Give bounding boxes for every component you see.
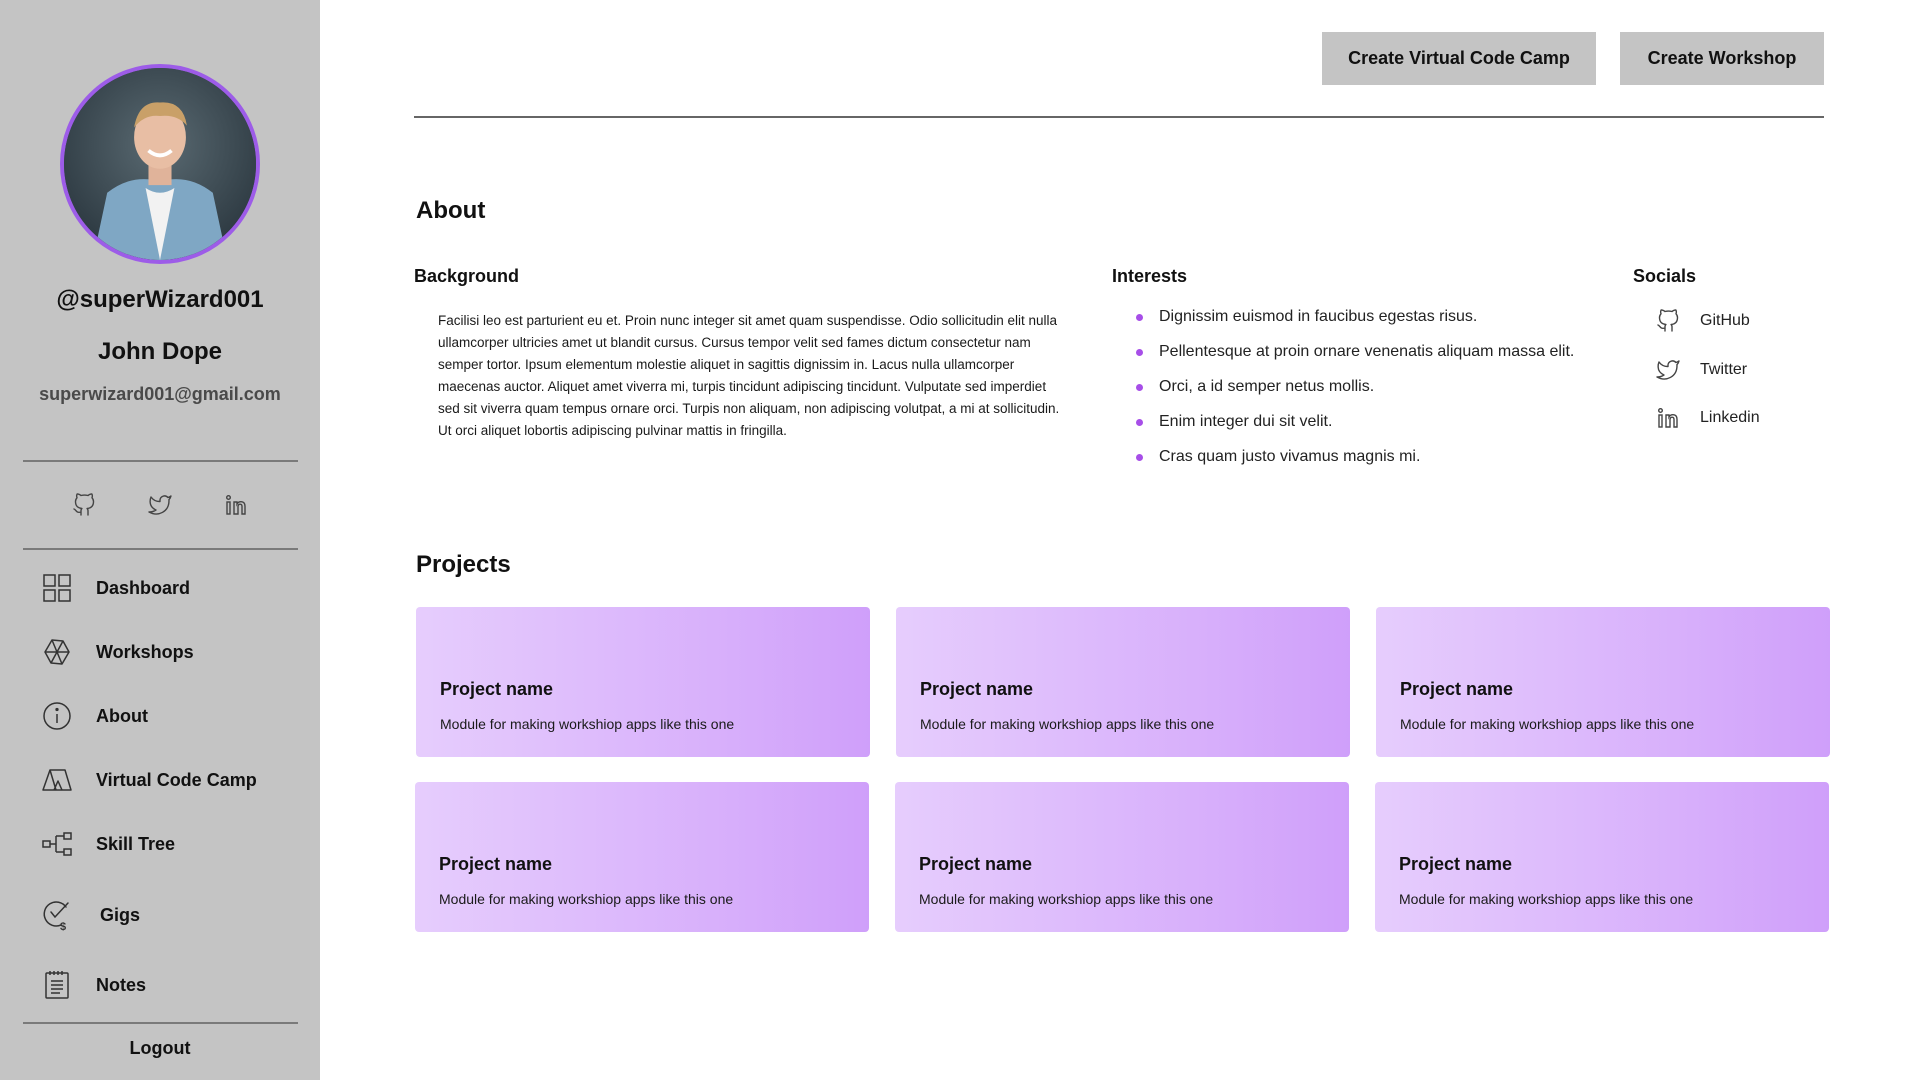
github-icon xyxy=(1657,309,1679,332)
twitter-icon xyxy=(1656,360,1680,380)
about-heading: About xyxy=(416,197,486,224)
twitter-icon xyxy=(148,495,172,515)
profile-full-name: John Dope xyxy=(98,338,222,365)
social-link-twitter[interactable]: Twitter xyxy=(1656,355,1747,385)
project-card[interactable]: Project name Module for making workshiop… xyxy=(895,782,1349,932)
notes-icon xyxy=(40,968,74,1002)
skill-tree-icon xyxy=(40,827,74,861)
interest-item: Enim integer dui sit velit. xyxy=(1136,411,1574,446)
project-name: Project name xyxy=(439,854,553,874)
github-icon xyxy=(73,493,95,516)
project-name: Project name xyxy=(919,854,1033,874)
project-name: Project name xyxy=(920,679,1034,699)
interest-item: Orci, a id semper netus mollis. xyxy=(1136,376,1574,411)
avatar[interactable] xyxy=(60,64,260,264)
project-card[interactable]: Project name Module for making workshiop… xyxy=(896,607,1350,757)
sidebar-github-link[interactable] xyxy=(69,490,99,520)
social-link-github[interactable]: GitHub xyxy=(1656,306,1750,336)
background-heading: Background xyxy=(414,266,520,286)
tent-icon xyxy=(40,763,74,797)
nav-label: Workshops xyxy=(96,641,194,662)
nav-label: Dashboard xyxy=(96,577,191,598)
project-card[interactable]: Project name Module for making workshiop… xyxy=(416,607,870,757)
sidebar-divider xyxy=(23,548,298,550)
header-divider xyxy=(414,116,1824,118)
nav-label: Skill Tree xyxy=(96,833,176,854)
svg-text:$: $ xyxy=(60,921,66,931)
project-card[interactable]: Project name Module for making workshiop… xyxy=(1376,607,1830,757)
nav-item-notes[interactable]: Notes xyxy=(40,963,300,1007)
project-card[interactable]: Project name Module for making workshiop… xyxy=(1375,782,1829,932)
interest-item: Cras quam justo vivamus magnis mi. xyxy=(1136,446,1574,481)
project-name: Project name xyxy=(1399,854,1513,874)
nav-label: About xyxy=(96,705,148,726)
interest-item: Pellentesque at proin ornare venenatis a… xyxy=(1136,341,1574,376)
project-name: Project name xyxy=(440,679,554,699)
sidebar: @superWizard001 John Dope superwizard001… xyxy=(0,0,320,1080)
workshops-icon xyxy=(40,635,74,669)
sidebar-linkedin-link[interactable] xyxy=(221,490,251,520)
project-description: Module for making workshiop apps like th… xyxy=(919,891,1214,907)
background-text: Facilisi leo est parturient eu et. Proin… xyxy=(438,313,1060,438)
sidebar-twitter-link[interactable] xyxy=(145,490,175,520)
nav-label: Notes xyxy=(96,974,147,995)
create-virtual-code-camp-button[interactable]: Create Virtual Code Camp xyxy=(1322,32,1596,85)
nav-item-about[interactable]: About xyxy=(40,694,300,738)
sidebar-divider xyxy=(23,1022,298,1024)
avatar-photo xyxy=(64,68,256,260)
profile-username: @superWizard001 xyxy=(56,286,264,313)
profile-email: superwizard001@gmail.com xyxy=(39,384,281,404)
dashboard-icon xyxy=(40,571,74,605)
nav-item-dashboard[interactable]: Dashboard xyxy=(40,566,300,610)
info-icon xyxy=(40,699,74,733)
nav-item-gigs[interactable]: $ Gigs xyxy=(40,893,300,937)
project-description: Module for making workshiop apps like th… xyxy=(440,716,735,732)
project-description: Module for making workshiop apps like th… xyxy=(439,891,734,907)
interests-list: Dignissim euismod in faucibus egestas ri… xyxy=(1136,306,1574,481)
logout-button[interactable]: Logout xyxy=(0,1038,320,1059)
nav-item-skill-tree[interactable]: Skill Tree xyxy=(40,822,300,866)
social-link-linkedin[interactable]: Linkedin xyxy=(1656,403,1760,433)
project-description: Module for making workshiop apps like th… xyxy=(1399,891,1694,907)
nav-item-workshops[interactable]: Workshops xyxy=(40,630,300,674)
project-card[interactable]: Project name Module for making workshiop… xyxy=(415,782,869,932)
nav-label: Gigs xyxy=(100,904,141,925)
sidebar-divider xyxy=(23,460,298,462)
interest-item: Dignissim euismod in faucibus egestas ri… xyxy=(1136,306,1574,341)
project-name: Project name xyxy=(1400,679,1514,699)
create-workshop-button[interactable]: Create Workshop xyxy=(1620,32,1824,85)
nav-label: Virtual Code Camp xyxy=(96,769,257,790)
linkedin-icon xyxy=(226,495,246,515)
socials-heading: Socials xyxy=(1633,266,1697,286)
gigs-icon: $ xyxy=(40,898,74,932)
interests-heading: Interests xyxy=(1112,266,1188,286)
nav-item-virtual-code-camp[interactable]: Virtual Code Camp xyxy=(40,758,300,802)
linkedin-icon xyxy=(1658,408,1678,428)
social-label: Linkedin xyxy=(1700,409,1760,426)
projects-heading: Projects xyxy=(416,551,511,578)
project-description: Module for making workshiop apps like th… xyxy=(920,716,1215,732)
social-label: Twitter xyxy=(1700,361,1748,378)
social-label: GitHub xyxy=(1700,312,1750,329)
project-description: Module for making workshiop apps like th… xyxy=(1400,716,1695,732)
